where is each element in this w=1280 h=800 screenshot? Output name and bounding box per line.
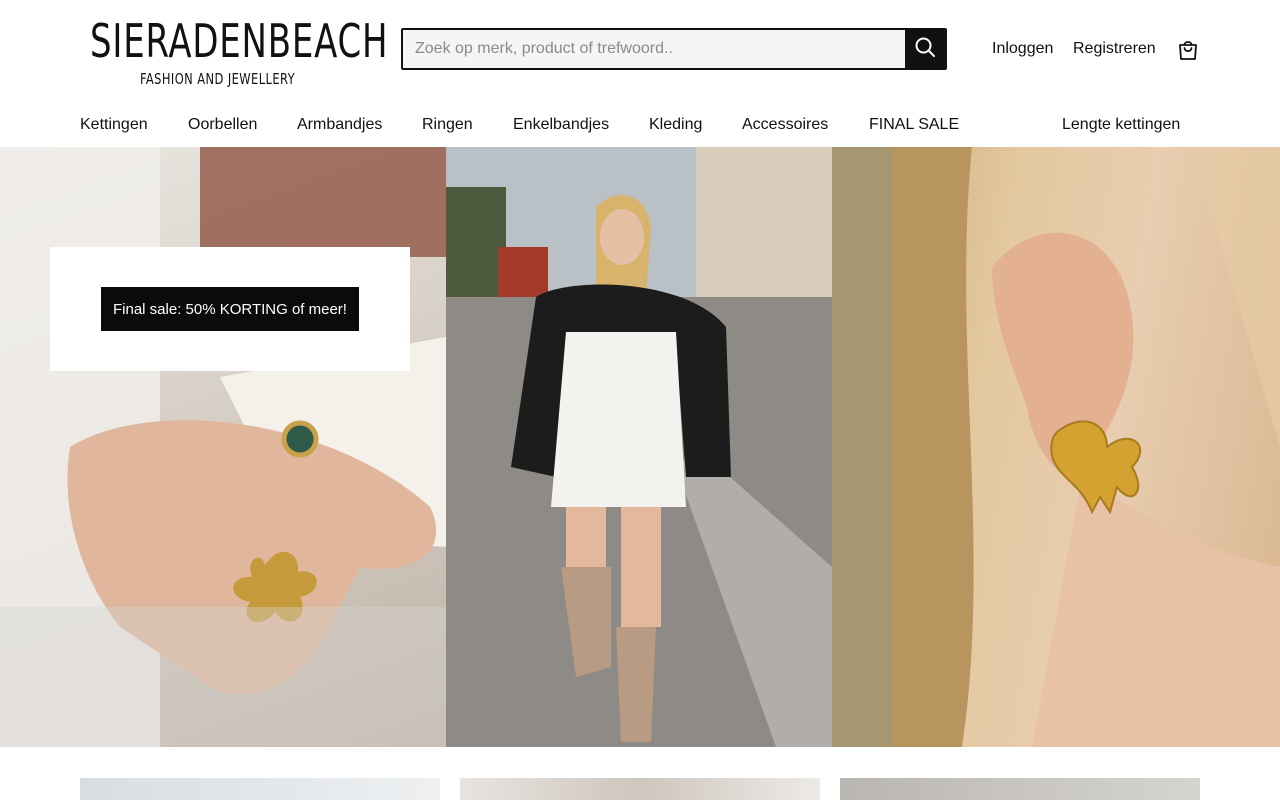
category-tile-2[interactable] (460, 778, 820, 800)
register-link[interactable]: Registreren (1073, 40, 1156, 58)
cart-button[interactable] (1176, 38, 1200, 62)
category-tile-1[interactable] (80, 778, 440, 800)
login-link[interactable]: Inloggen (992, 40, 1053, 58)
main-nav: Kettingen Oorbellen Armbandjes Ringen En… (0, 108, 1280, 144)
nav-item-kettingen[interactable]: Kettingen (80, 116, 148, 134)
nav-item-armbandjes[interactable]: Armbandjes (297, 116, 382, 134)
promo-button[interactable]: Final sale: 50% KORTING of meer! (101, 287, 359, 331)
hero-banner: Final sale: 50% KORTING of meer! (0, 147, 1280, 747)
nav-item-accessoires[interactable]: Accessoires (742, 116, 828, 134)
brand-tagline: FASHION AND JEWELLERY (140, 70, 296, 88)
shopping-bag-icon (1176, 41, 1200, 66)
brand-name: SIERADENBEACH (90, 14, 389, 68)
search-icon (914, 36, 936, 63)
category-tile-3[interactable] (840, 778, 1200, 800)
nav-item-oorbellen[interactable]: Oorbellen (188, 116, 257, 134)
hero-image-street[interactable] (446, 147, 832, 747)
nav-item-enkelbandjes[interactable]: Enkelbandjes (513, 116, 609, 134)
brand-logo[interactable]: SIERADENBEACH FASHION AND JEWELLERY (90, 14, 388, 94)
nav-item-kleding[interactable]: Kleding (649, 116, 702, 134)
nav-item-lengte-kettingen[interactable]: Lengte kettingen (1062, 116, 1180, 134)
nav-item-final-sale[interactable]: FINAL SALE (869, 116, 959, 134)
search-button[interactable] (905, 30, 945, 68)
nav-item-ringen[interactable]: Ringen (422, 116, 473, 134)
hero-image-rings[interactable]: Final sale: 50% KORTING of meer! (0, 147, 446, 747)
search-bar (401, 28, 947, 70)
hero-image-earring[interactable] (832, 147, 1280, 747)
search-input[interactable] (403, 30, 905, 68)
promo-card: Final sale: 50% KORTING of meer! (50, 247, 410, 371)
site-header: SIERADENBEACH FASHION AND JEWELLERY Inlo… (0, 0, 1280, 100)
